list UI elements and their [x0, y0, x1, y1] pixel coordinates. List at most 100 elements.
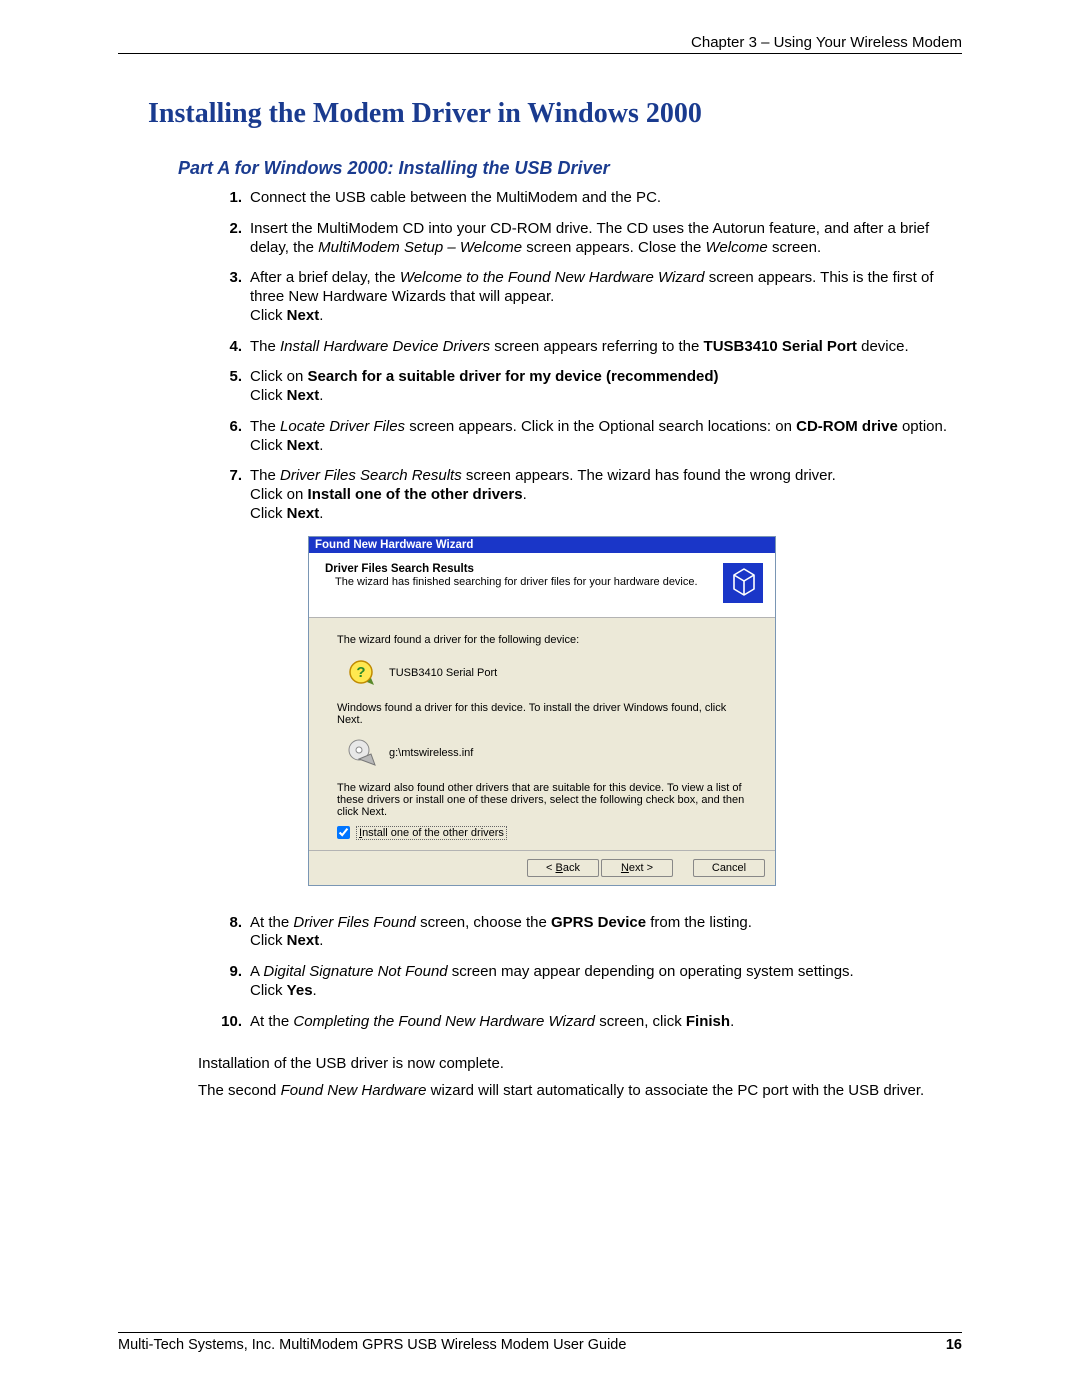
wizard-header-text: Driver Files Search Results The wizard h…	[325, 563, 715, 603]
t: .	[319, 437, 323, 454]
step-number: 1.	[218, 189, 242, 208]
page: Chapter 3 – Using Your Wireless Modem In…	[0, 0, 1080, 1139]
step-text: After a brief delay, the Welcome to the …	[250, 269, 962, 325]
t-bold: Finish	[686, 1013, 730, 1030]
step-10: 10. At the Completing the Found New Hard…	[218, 1013, 962, 1032]
t-italic: Welcome to the Found New Hardware Wizard	[400, 269, 705, 286]
t: Click	[250, 437, 287, 454]
step-text: The Install Hardware Device Drivers scre…	[250, 338, 962, 357]
step-text: At the Driver Files Found screen, choose…	[250, 914, 962, 952]
step-number: 4.	[218, 338, 242, 357]
t: screen.	[768, 239, 821, 256]
t-bold: Install one of the other drivers	[308, 486, 523, 503]
t-italic: Install Hardware Device Drivers	[280, 338, 490, 355]
wizard-titlebar: Found New Hardware Wizard	[309, 537, 775, 553]
t: wizard will start automatically to assoc…	[426, 1082, 924, 1099]
wizard-body: The wizard found a driver for the follow…	[309, 618, 775, 850]
chapter-header: Chapter 3 – Using Your Wireless Modem	[118, 34, 962, 51]
cancel-button[interactable]: Cancel	[693, 859, 765, 877]
t: ext >	[629, 862, 653, 874]
t: Click	[250, 932, 287, 949]
t-bold: GPRS Device	[551, 914, 646, 931]
t: N	[621, 862, 629, 874]
svg-text:?: ?	[356, 664, 365, 681]
section-title: Part A for Windows 2000: Installing the …	[178, 158, 962, 179]
step-5: 5. Click on Search for a suitable driver…	[218, 368, 962, 406]
t-italic: MultiModem Setup – Welcome	[318, 239, 522, 256]
t: .	[523, 486, 527, 503]
step-text: The Locate Driver Files screen appears. …	[250, 418, 962, 456]
t: nstall one of the other drivers	[362, 827, 504, 839]
install-other-drivers-row: Install one of the other drivers	[337, 826, 747, 840]
t: Click	[250, 982, 287, 999]
install-other-drivers-checkbox[interactable]	[337, 826, 350, 839]
wizard-text: The wizard found a driver for the follow…	[337, 634, 747, 646]
t: screen appears. The wizard has found the…	[462, 467, 836, 484]
wizard-header-title: Driver Files Search Results	[325, 563, 715, 575]
t-italic: Welcome	[706, 239, 768, 256]
t: screen appears referring to the	[490, 338, 703, 355]
t-italic: Driver Files Found	[293, 914, 416, 931]
install-other-drivers-label[interactable]: Install one of the other drivers	[356, 826, 507, 840]
instruction-list-b: 8. At the Driver Files Found screen, cho…	[218, 914, 962, 1032]
t: Click on	[250, 368, 308, 385]
t: B	[556, 862, 563, 874]
back-button[interactable]: < Back	[527, 859, 599, 877]
t: .	[313, 982, 317, 999]
step-text: A Digital Signature Not Found screen may…	[250, 963, 962, 1001]
step-text: At the Completing the Found New Hardware…	[250, 1013, 962, 1032]
step-8: 8. At the Driver Files Found screen, cho…	[218, 914, 962, 952]
t-bold: Next	[287, 387, 320, 404]
t-bold: Next	[287, 505, 320, 522]
t-bold: Next	[287, 437, 320, 454]
t-bold: Search for a suitable driver for my devi…	[308, 368, 719, 385]
next-button[interactable]: Next >	[601, 859, 673, 877]
instruction-list-a: 1. Connect the USB cable between the Mul…	[218, 189, 962, 524]
step-number: 6.	[218, 418, 242, 456]
t: Click	[250, 307, 287, 324]
t: screen appears. Close the	[522, 239, 705, 256]
step-9: 9. A Digital Signature Not Found screen …	[218, 963, 962, 1001]
step-4: 4. The Install Hardware Device Drivers s…	[218, 338, 962, 357]
t-italic: Found New Hardware	[281, 1082, 427, 1099]
header-rule: Chapter 3 – Using Your Wireless Modem	[118, 34, 962, 54]
device-row: ? TUSB3410 Serial Port	[337, 654, 747, 702]
footer-left: Multi-Tech Systems, Inc. MultiModem GPRS…	[118, 1337, 626, 1353]
wizard-header: Driver Files Search Results The wizard h…	[309, 553, 775, 618]
step-number: 2.	[218, 220, 242, 258]
unknown-device-icon: ?	[347, 658, 377, 688]
t: After a brief delay, the	[250, 269, 400, 286]
step-number: 8.	[218, 914, 242, 952]
t-italic: Driver Files Search Results	[280, 467, 462, 484]
t-italic: Completing the Found New Hardware Wizard	[293, 1013, 595, 1030]
step-number: 5.	[218, 368, 242, 406]
t: option.	[898, 418, 947, 435]
step-7: 7. The Driver Files Search Results scree…	[218, 467, 962, 523]
t: <	[546, 862, 555, 874]
closing-paragraph-1: Installation of the USB driver is now co…	[198, 1055, 962, 1074]
step-1: 1. Connect the USB cable between the Mul…	[218, 189, 962, 208]
t-bold: Yes	[287, 982, 313, 999]
page-footer: Multi-Tech Systems, Inc. MultiModem GPRS…	[118, 1332, 962, 1353]
t: screen, click	[595, 1013, 686, 1030]
t: .	[319, 307, 323, 324]
found-new-hardware-wizard: Found New Hardware Wizard Driver Files S…	[308, 536, 776, 886]
t-italic: Locate Driver Files	[280, 418, 405, 435]
hardware-icon	[723, 563, 763, 603]
t-italic: Digital Signature Not Found	[263, 963, 447, 980]
t-bold: TUSB3410 Serial Port	[704, 338, 857, 355]
step-number: 9.	[218, 963, 242, 1001]
t: .	[319, 387, 323, 404]
wizard-footer: < BackNext >Cancel	[309, 850, 775, 885]
t: Click	[250, 387, 287, 404]
t: Click on	[250, 486, 308, 503]
t: The	[250, 418, 280, 435]
wizard-text: Windows found a driver for this device. …	[337, 702, 747, 726]
t: At the	[250, 914, 293, 931]
step-number: 10.	[218, 1013, 242, 1032]
t-bold: Next	[287, 932, 320, 949]
t: A	[250, 963, 263, 980]
step-2: 2. Insert the MultiModem CD into your CD…	[218, 220, 962, 258]
t: At the	[250, 1013, 293, 1030]
step-text: The Driver Files Search Results screen a…	[250, 467, 962, 523]
